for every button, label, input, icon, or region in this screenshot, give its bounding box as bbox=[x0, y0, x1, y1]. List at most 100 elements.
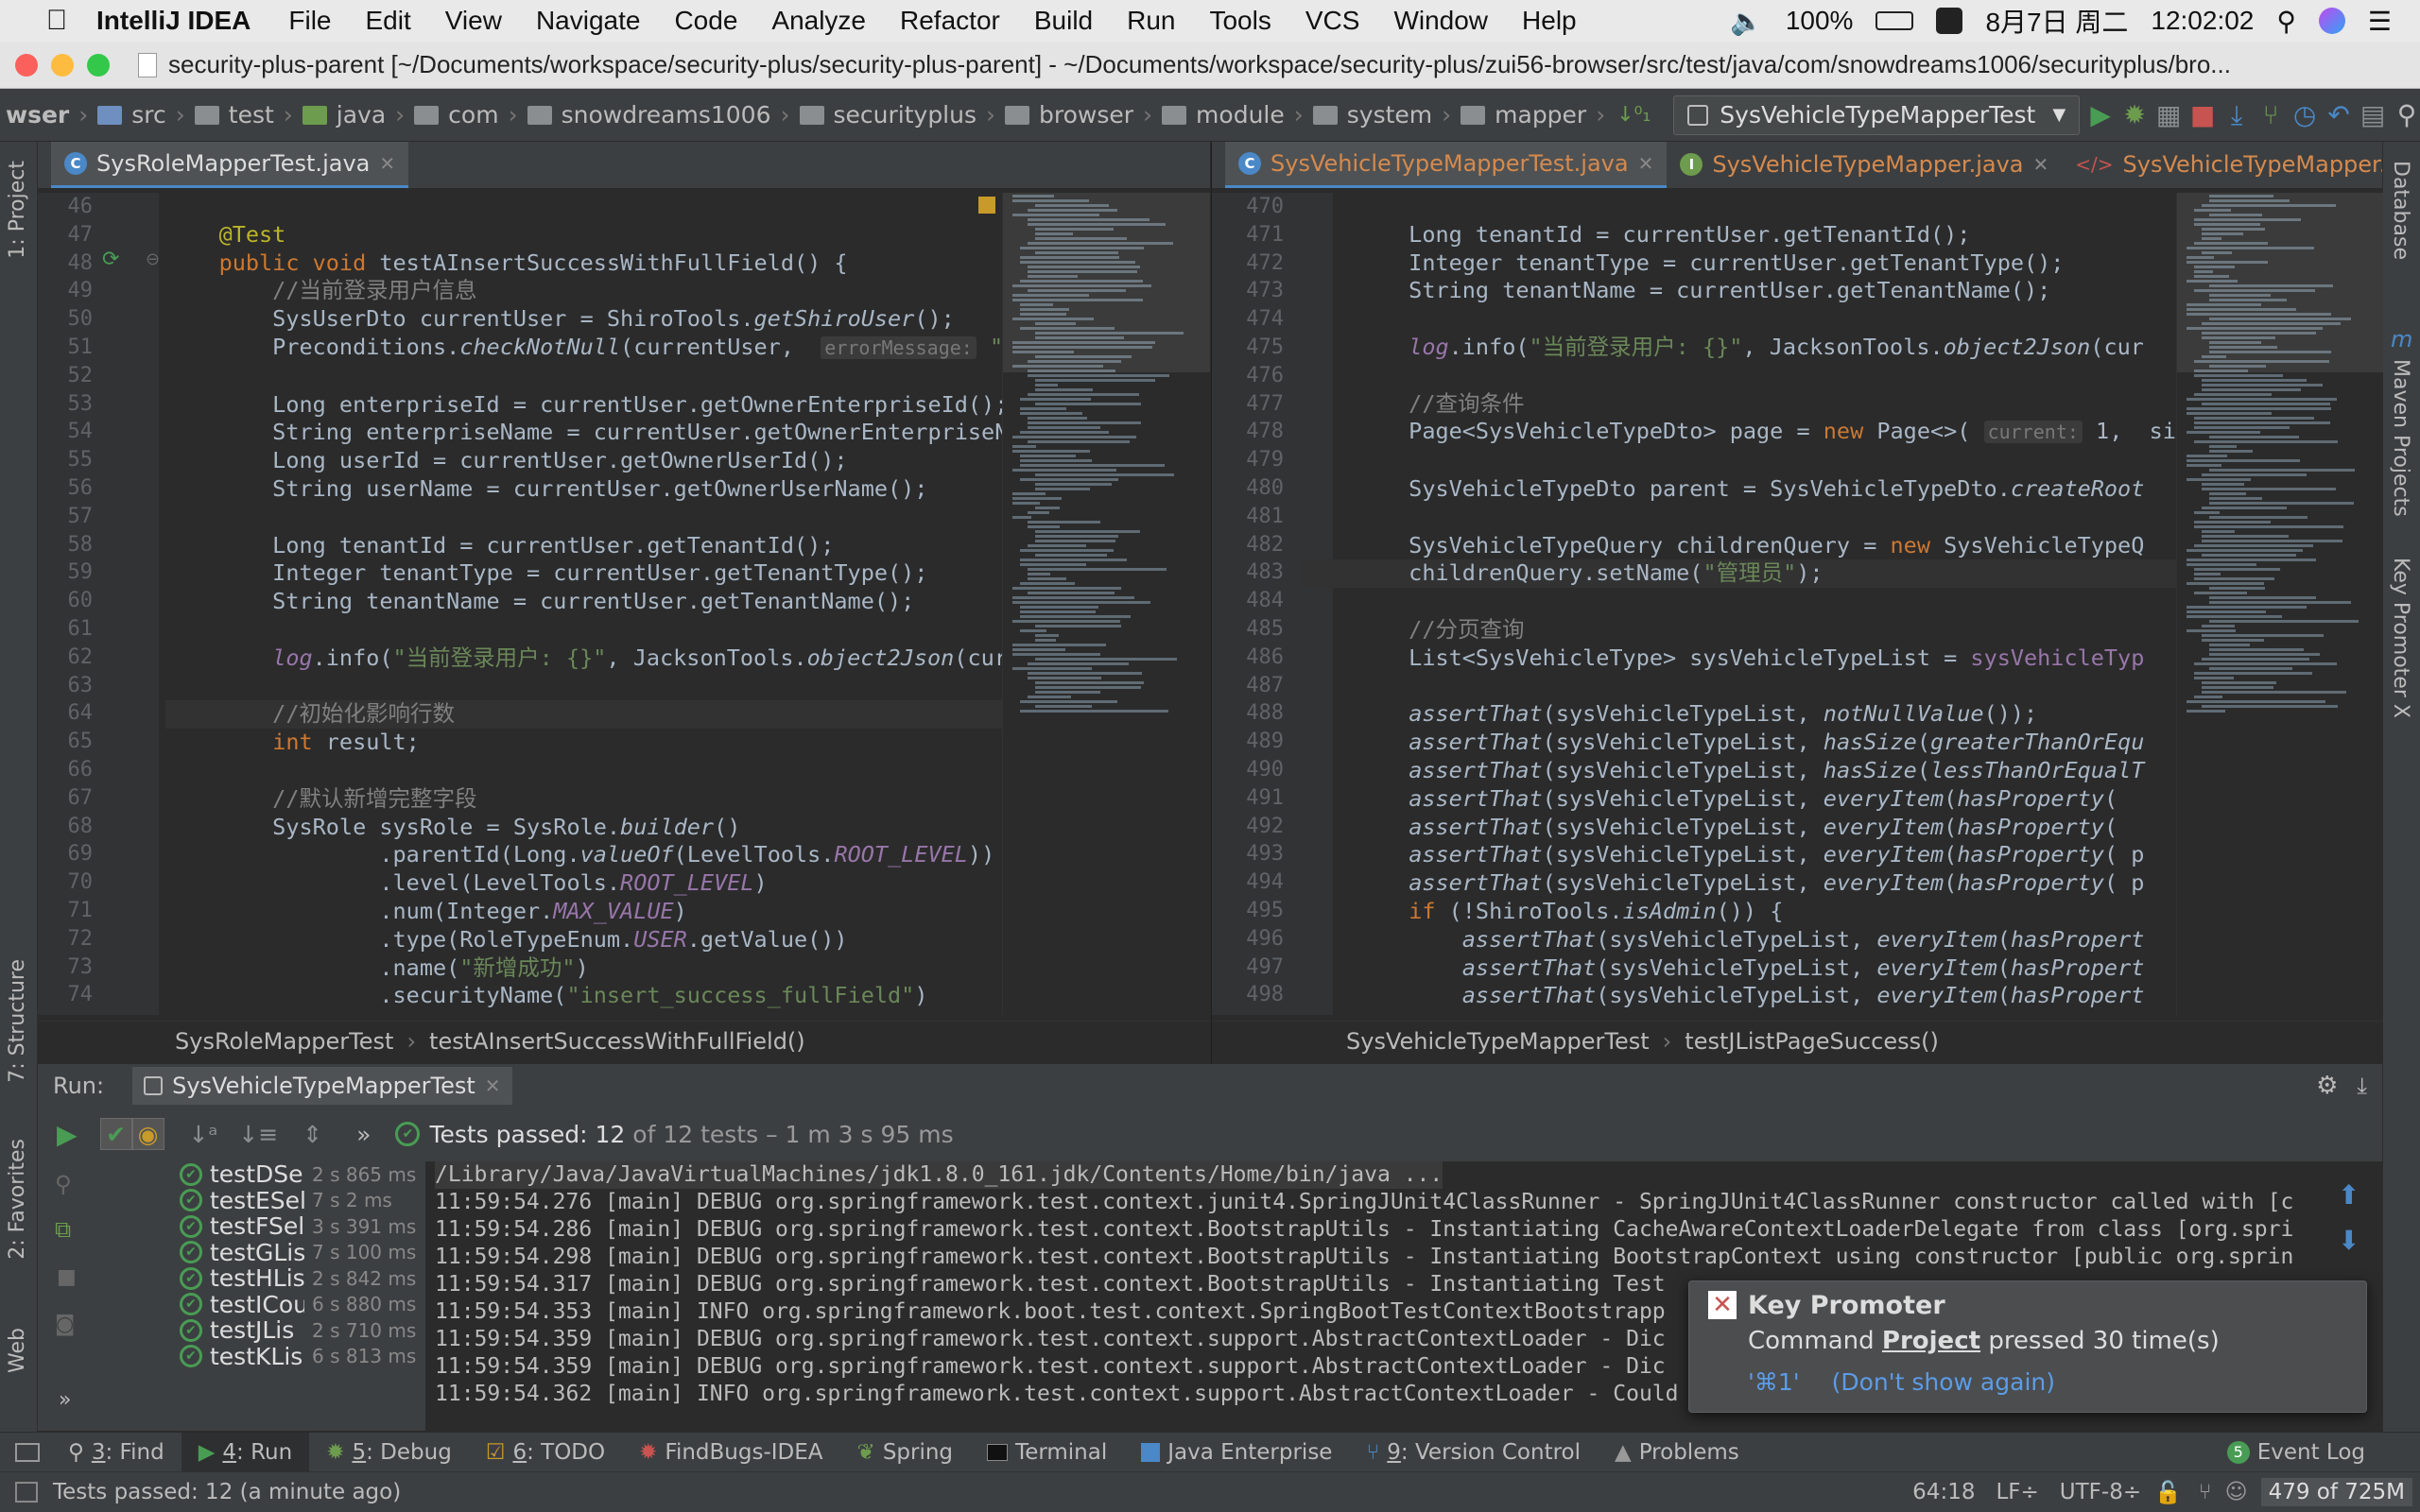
code-line[interactable]: ​ bbox=[1302, 504, 2294, 532]
caret-position[interactable]: 64:18 bbox=[1912, 1480, 1975, 1504]
fold-icon[interactable]: ⊖ bbox=[146, 249, 160, 269]
settings-gear-icon[interactable]: ⚙ bbox=[2316, 1072, 2338, 1100]
sort-alpha-icon[interactable]: ↓ᵃ bbox=[189, 1121, 218, 1148]
code-line[interactable]: Long tenantId = currentUser.getTenantId(… bbox=[165, 532, 1035, 560]
menu-view[interactable]: View bbox=[428, 6, 519, 36]
pin-icon[interactable]: ⚲ bbox=[55, 1171, 72, 1197]
code-line[interactable]: assertThat(sysVehicleTypeList, everyItem… bbox=[1302, 926, 2294, 954]
code-line[interactable]: assertThat(sysVehicleTypeList, everyItem… bbox=[1302, 785, 2294, 814]
code-line[interactable]: assertThat(sysVehicleTypeList, notNullVa… bbox=[1302, 700, 2294, 729]
left-minimap[interactable] bbox=[1002, 193, 1210, 1015]
close-tab-icon[interactable]: ✕ bbox=[1638, 152, 1654, 175]
revert-icon[interactable]: ↶ bbox=[2325, 96, 2352, 134]
code-line[interactable]: String enterpriseName = currentUser.getO… bbox=[165, 419, 1035, 447]
method-crumb[interactable]: testJListPageSuccess() bbox=[1685, 1028, 1939, 1055]
tab-sysvehicletypemapper-java[interactable]: I SysVehicleTypeMapper.java ✕ bbox=[1667, 142, 2062, 188]
run-tool-button[interactable]: ▶ 4: Run bbox=[181, 1432, 310, 1472]
code-line[interactable]: SysVehicleTypeQuery childrenQuery = new … bbox=[1302, 532, 2294, 560]
right-code[interactable]: ​ Long tenantId = currentUser.getTenantI… bbox=[1302, 193, 2294, 1015]
menu-build[interactable]: Build bbox=[1017, 6, 1110, 36]
run-test-gutter-icon[interactable]: ⟳ bbox=[102, 248, 119, 271]
code-line[interactable]: Long enterpriseId = currentUser.getOwner… bbox=[165, 391, 1035, 420]
code-line[interactable]: ​ bbox=[1302, 588, 2294, 616]
code-line[interactable]: //查询条件 bbox=[1302, 390, 2294, 419]
status-message[interactable]: Tests passed: 12 (a minute ago) bbox=[53, 1480, 401, 1504]
close-tab-icon[interactable]: ✕ bbox=[379, 152, 395, 175]
menu-tools[interactable]: Tools bbox=[1192, 6, 1288, 36]
version-control-tool-button[interactable]: ⑂ 9: Version Control bbox=[1349, 1433, 1598, 1472]
search-everywhere-icon[interactable]: ⚲ bbox=[2394, 96, 2420, 134]
favorites-tool-tab[interactable]: 2: Favorites bbox=[6, 1139, 29, 1260]
code-line[interactable]: .name("新增成功") bbox=[165, 954, 1035, 983]
menu-help[interactable]: Help bbox=[1505, 6, 1594, 36]
code-line[interactable]: ​ bbox=[1302, 447, 2294, 475]
code-line[interactable]: //初始化影响行数 bbox=[165, 700, 1035, 730]
todo-tool-button[interactable]: ☑ 6: TODO bbox=[469, 1433, 622, 1472]
code-line[interactable]: Preconditions.checkNotNull(currentUser, … bbox=[165, 334, 1035, 363]
dump-threads-icon[interactable]: ⧉ bbox=[55, 1216, 71, 1243]
close-window-button[interactable] bbox=[15, 53, 38, 77]
terminal-tool-button[interactable]: Terminal bbox=[970, 1433, 1124, 1472]
minimap-viewport[interactable] bbox=[1003, 193, 1210, 372]
nav-crumb-browser[interactable]: browser bbox=[999, 101, 1139, 129]
screenshot-icon[interactable]: ◙ bbox=[55, 1313, 75, 1336]
scroll-up-icon[interactable]: ⬆ bbox=[2338, 1179, 2360, 1211]
menu-refactor[interactable]: Refactor bbox=[883, 6, 1017, 36]
vcs-commit-icon[interactable]: ⑂ bbox=[2257, 96, 2284, 134]
menu-window[interactable]: Window bbox=[1376, 6, 1505, 36]
nav-crumb-securityplus[interactable]: securityplus bbox=[794, 101, 983, 129]
test-tree-row[interactable]: ✔ testHLis 2 s 842 ms bbox=[132, 1265, 425, 1292]
inspector-icon[interactable]: ☺ bbox=[2225, 1480, 2248, 1504]
shortcut-link[interactable]: '⌘1' bbox=[1748, 1368, 1800, 1396]
more-actions-icon[interactable]: » bbox=[356, 1121, 371, 1148]
code-line[interactable]: SysVehicleTypeDto parent = SysVehicleTyp… bbox=[1302, 475, 2294, 504]
expand-all-icon[interactable]: ⇕ bbox=[302, 1121, 322, 1148]
code-line[interactable]: Integer tenantType = currentUser.getTena… bbox=[1302, 249, 2294, 278]
project-tool-tab[interactable]: 1: Project bbox=[6, 161, 29, 259]
lock-icon[interactable]: 🔓 bbox=[2154, 1480, 2182, 1505]
battery-icon[interactable] bbox=[1876, 11, 1914, 30]
menu-code[interactable]: Code bbox=[657, 6, 754, 36]
database-tool-tab[interactable]: Database bbox=[2389, 161, 2412, 260]
test-tree-row[interactable]: ✔ testICou 6 s 880 ms bbox=[132, 1292, 425, 1317]
vcs-history-icon[interactable]: ◷ bbox=[2291, 96, 2318, 134]
code-line[interactable]: String tenantName = currentUser.getTenan… bbox=[1302, 277, 2294, 305]
code-line[interactable]: public void testAInsertSuccessWithFullFi… bbox=[165, 249, 1035, 278]
test-tree-row[interactable]: ✔ testFSel 3 s 391 ms bbox=[132, 1213, 425, 1240]
project-structure-icon[interactable]: ▤ bbox=[2360, 96, 2386, 134]
layout-icon[interactable] bbox=[15, 1482, 38, 1503]
more-actions-icon[interactable]: » bbox=[59, 1388, 71, 1412]
code-line[interactable]: childrenQuery.setName("管理员"); bbox=[1302, 559, 2294, 589]
menu-run[interactable]: Run bbox=[1110, 6, 1192, 36]
code-line[interactable]: .securityName("insert_success_fullField"… bbox=[165, 982, 1035, 1010]
tab-sysrolemappertest[interactable]: C SysRoleMapperTest.java ✕ bbox=[51, 142, 409, 188]
stop-icon[interactable]: ■ bbox=[2189, 96, 2216, 134]
code-line[interactable]: log.info("当前登录用户: {}", JacksonTools.obje… bbox=[1302, 334, 2294, 362]
line-separator[interactable]: LF÷ bbox=[1996, 1480, 2038, 1504]
siri-icon[interactable] bbox=[2318, 8, 2345, 34]
class-crumb[interactable]: SysVehicleTypeMapperTest bbox=[1346, 1028, 1650, 1055]
test-tree-row[interactable]: ✔ testJLis 2 s 710 ms bbox=[132, 1317, 425, 1344]
code-line[interactable]: assertThat(sysVehicleTypeList, hasSize(l… bbox=[1302, 757, 2294, 785]
coverage-icon[interactable]: ▦ bbox=[2155, 96, 2182, 134]
debug-tool-button[interactable]: ✹ 5: Debug bbox=[309, 1433, 469, 1472]
web-tool-tab[interactable]: Web bbox=[6, 1328, 29, 1373]
nav-crumb-module[interactable]: module bbox=[1156, 101, 1290, 129]
right-minimap[interactable] bbox=[2176, 193, 2383, 1015]
menu-navigate[interactable]: Navigate bbox=[519, 6, 658, 36]
run-configuration-select[interactable]: SysVehicleTypeMapperTest ▼ bbox=[1673, 94, 2081, 135]
code-line[interactable]: ​ bbox=[1302, 305, 2294, 334]
code-line[interactable]: Page<SysVehicleTypeDto> page = new Page<… bbox=[1302, 418, 2294, 447]
code-line[interactable]: ​ bbox=[1302, 673, 2294, 701]
nav-crumb-mapper[interactable]: mapper bbox=[1455, 101, 1592, 129]
sort-icon[interactable]: ↓⁰₁ bbox=[1616, 96, 1651, 134]
run-icon[interactable]: ▶ bbox=[2087, 96, 2114, 134]
event-log-tool-button[interactable]: 5 Event Log bbox=[2210, 1433, 2382, 1472]
volume-icon[interactable]: 🔈 bbox=[1730, 6, 1763, 37]
debug-icon[interactable]: ✹ bbox=[2121, 96, 2148, 134]
app-status-icon[interactable] bbox=[1936, 8, 1963, 34]
find-tool-button[interactable]: ⚲ 3: Find bbox=[51, 1433, 182, 1472]
app-menu[interactable]: IntelliJ IDEA bbox=[76, 6, 271, 36]
code-line[interactable]: ​ bbox=[1302, 362, 2294, 390]
nav-crumb-com[interactable]: com bbox=[408, 101, 504, 129]
